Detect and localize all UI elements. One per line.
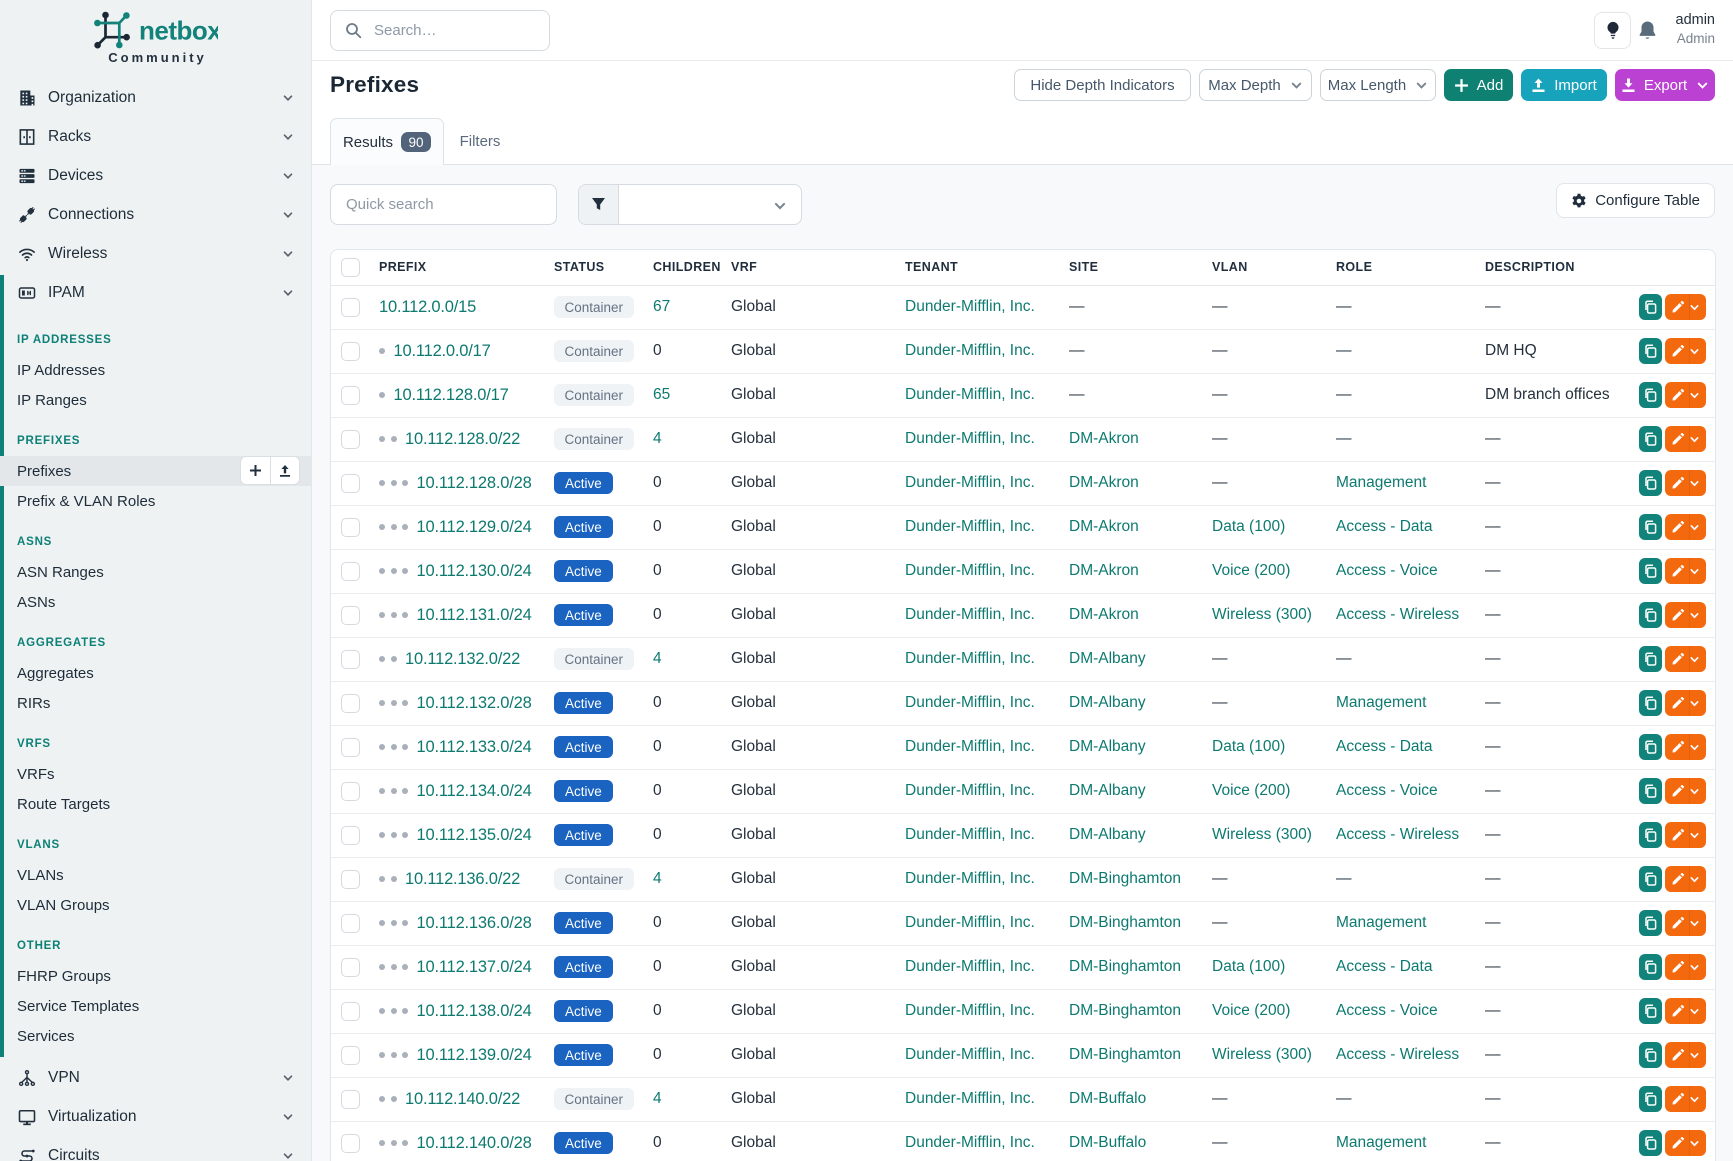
- svg-text:netbox: netbox: [139, 16, 218, 46]
